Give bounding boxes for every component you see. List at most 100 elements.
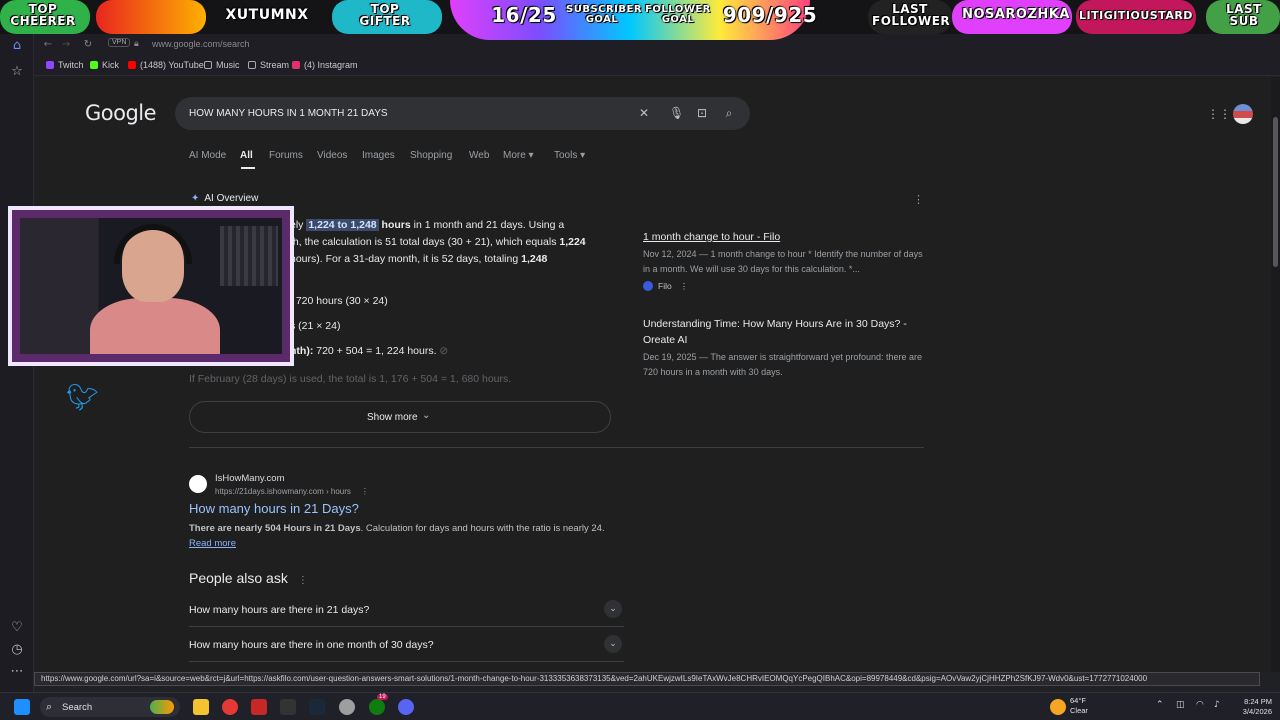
clear-icon[interactable]: ✕: [637, 106, 651, 120]
bookmark-music[interactable]: Music: [204, 60, 240, 70]
tab-all[interactable]: All: [240, 150, 253, 161]
show-more-button[interactable]: Show more ⌄: [189, 401, 611, 433]
subscriber-goal-label-2: GOAL: [585, 14, 619, 25]
tab-more[interactable]: More ▾: [503, 150, 534, 161]
headset: [114, 224, 192, 264]
ai-overview-header: ✦ AI Overview: [191, 193, 258, 204]
read-more-link[interactable]: Read more: [189, 538, 236, 549]
webcam-feed: [20, 218, 282, 354]
windows-start-icon[interactable]: [14, 699, 30, 715]
address-url[interactable]: www.google.com/search: [152, 39, 250, 49]
apps-grid-icon[interactable]: ⋮⋮: [1207, 108, 1231, 120]
page-scrollbar[interactable]: [1271, 77, 1280, 672]
result-menu-icon[interactable]: ⋮: [361, 487, 369, 496]
epic-games-icon[interactable]: [280, 699, 296, 715]
tab-ai-mode[interactable]: AI Mode: [189, 150, 226, 161]
bookmark-stream[interactable]: Stream: [248, 60, 289, 70]
camera-search-icon[interactable]: ⊡: [695, 106, 709, 120]
source-title[interactable]: 1 month change to hour - Filo: [643, 229, 923, 245]
chevron-down-icon[interactable]: ⌄: [604, 600, 622, 618]
bookmark-instagram[interactable]: (4) Instagram: [292, 60, 358, 70]
result-snippet-text: . Calculation for days and hours with th…: [360, 523, 605, 534]
reload-icon[interactable]: ↻: [80, 37, 96, 53]
last-sub-label-2: SUB: [1229, 14, 1259, 28]
taskbar-search[interactable]: ⌕ Search: [40, 697, 180, 717]
aio-bold: hours: [378, 219, 411, 231]
microphone-icon[interactable]: 🎙︎: [669, 106, 684, 120]
star-icon[interactable]: ☆: [9, 64, 25, 80]
weather-widget[interactable]: 64°F Clear: [1070, 696, 1088, 716]
chevron-down-icon[interactable]: ⌄: [604, 635, 622, 653]
more-icon[interactable]: ⋯: [9, 664, 25, 680]
xbox-icon[interactable]: 19: [369, 694, 388, 715]
link-icon[interactable]: ⊘: [437, 345, 448, 357]
heart-icon[interactable]: ♡: [9, 620, 25, 636]
paa-menu-icon[interactable]: ⋮: [298, 575, 308, 586]
network-icon[interactable]: ◫: [1176, 700, 1185, 710]
instagram-icon: [292, 61, 300, 69]
stream-overlay-bar: TOP CHEERER XUTUMNX TOP GIFTER 16/25 SUB…: [0, 0, 1280, 40]
tab-images[interactable]: Images: [362, 150, 395, 161]
app-icon[interactable]: [251, 699, 267, 715]
history-icon[interactable]: ◷: [9, 642, 25, 658]
home-icon[interactable]: ⌂: [9, 38, 25, 54]
file-explorer-icon[interactable]: [193, 699, 209, 715]
link-status-bar: https://www.google.com/url?sa=i&source=w…: [34, 672, 1260, 686]
ai-overview-label: AI Overview: [204, 193, 259, 204]
bookmarks-bar: Twitch Kick (1488) YouTube Music Stream …: [34, 56, 1280, 76]
steam-icon[interactable]: [309, 699, 325, 715]
ai-overview-line-3: hours). For a 31-day month, it is 52 day…: [290, 253, 547, 265]
weather-condition: Clear: [1070, 706, 1088, 715]
source-snippet: Nov 12, 2024 — 1 month change to hour * …: [643, 249, 923, 274]
google-logo[interactable]: Google: [85, 101, 157, 125]
discord-icon[interactable]: [398, 699, 414, 715]
site-favicon: [189, 475, 207, 493]
source-card-filo[interactable]: 1 month change to hour - Filo Nov 12, 20…: [643, 229, 923, 292]
scroll-thumb[interactable]: [1273, 117, 1278, 267]
notification-badge: 19: [377, 694, 388, 700]
result-site-name[interactable]: IsHowMany.com: [215, 473, 285, 484]
result-url-text: https://21days.ishowmany.com › hours: [215, 487, 351, 496]
bookmark-youtube[interactable]: (1488) YouTube: [128, 60, 204, 70]
ai-overview-menu-icon[interactable]: ⋮: [913, 193, 924, 206]
wifi-icon[interactable]: ◠: [1196, 700, 1204, 710]
bookmark-label: Stream: [260, 60, 290, 70]
volume-icon[interactable]: ♪: [1214, 700, 1220, 710]
clock-date: 3/4/2026: [1242, 707, 1272, 716]
taskbar-clock[interactable]: 8:24 PM 3/4/2026: [1232, 697, 1272, 717]
result-title[interactable]: How many hours in 21 Days?: [189, 501, 359, 516]
tab-web[interactable]: Web: [469, 150, 489, 161]
back-icon[interactable]: ←: [40, 37, 56, 53]
source-title[interactable]: Understanding Time: How Many Hours Are i…: [643, 316, 923, 348]
result-url[interactable]: https://21days.ishowmany.com › hours ⋮: [215, 487, 369, 496]
search-box[interactable]: HOW MANY HOURS IN 1 MONTH 21 DAYS ✕ 🎙︎ ⊡…: [175, 97, 750, 130]
bookmark-twitch[interactable]: Twitch: [46, 60, 84, 70]
paa-question[interactable]: How many hours are there in 21 days? ⌄: [189, 592, 624, 627]
top-cheerer-name: XUTUMNX: [225, 7, 309, 23]
tab-tools[interactable]: Tools ▾: [554, 150, 585, 161]
source-menu-icon[interactable]: ⋮: [680, 281, 689, 291]
tab-videos[interactable]: Videos: [317, 150, 347, 161]
tab-shopping[interactable]: Shopping: [410, 150, 452, 161]
follower-count: 909/925: [722, 3, 818, 27]
top-cheerer-label-2: CHEERER: [10, 14, 76, 28]
search-icon[interactable]: ⌕: [722, 106, 736, 120]
opera-gx-icon[interactable]: [222, 699, 238, 715]
hoodie: [90, 298, 220, 354]
search-query[interactable]: HOW MANY HOURS IN 1 MONTH 21 DAYS: [189, 108, 388, 119]
avatar[interactable]: [1233, 104, 1253, 124]
vpn-badge[interactable]: VPN: [108, 38, 131, 47]
obs-icon[interactable]: [339, 699, 355, 715]
forward-icon[interactable]: →: [58, 37, 74, 53]
paa-question[interactable]: How many hours are there in one month of…: [189, 627, 624, 662]
tray-chevron-icon[interactable]: ⌃: [1156, 700, 1164, 710]
source-card-oreate[interactable]: Understanding Time: How Many Hours Are i…: [643, 316, 923, 380]
aio-text: hours). For a 31-day month, it is 52 day…: [290, 253, 522, 265]
bookmark-label: (1488) YouTube: [140, 60, 204, 70]
tab-forums[interactable]: Forums: [269, 150, 303, 161]
windows-taskbar: ⌕ Search 19 64°F Clear ⌃ ◫ ◠ ♪ 8:24 PM 3/4…: [0, 692, 1280, 720]
weather-icon[interactable]: [1050, 699, 1066, 715]
bookmark-kick[interactable]: Kick: [90, 60, 119, 70]
search-icon: ⌕: [46, 700, 53, 713]
lock-icon[interactable]: 🔒︎: [134, 38, 139, 49]
